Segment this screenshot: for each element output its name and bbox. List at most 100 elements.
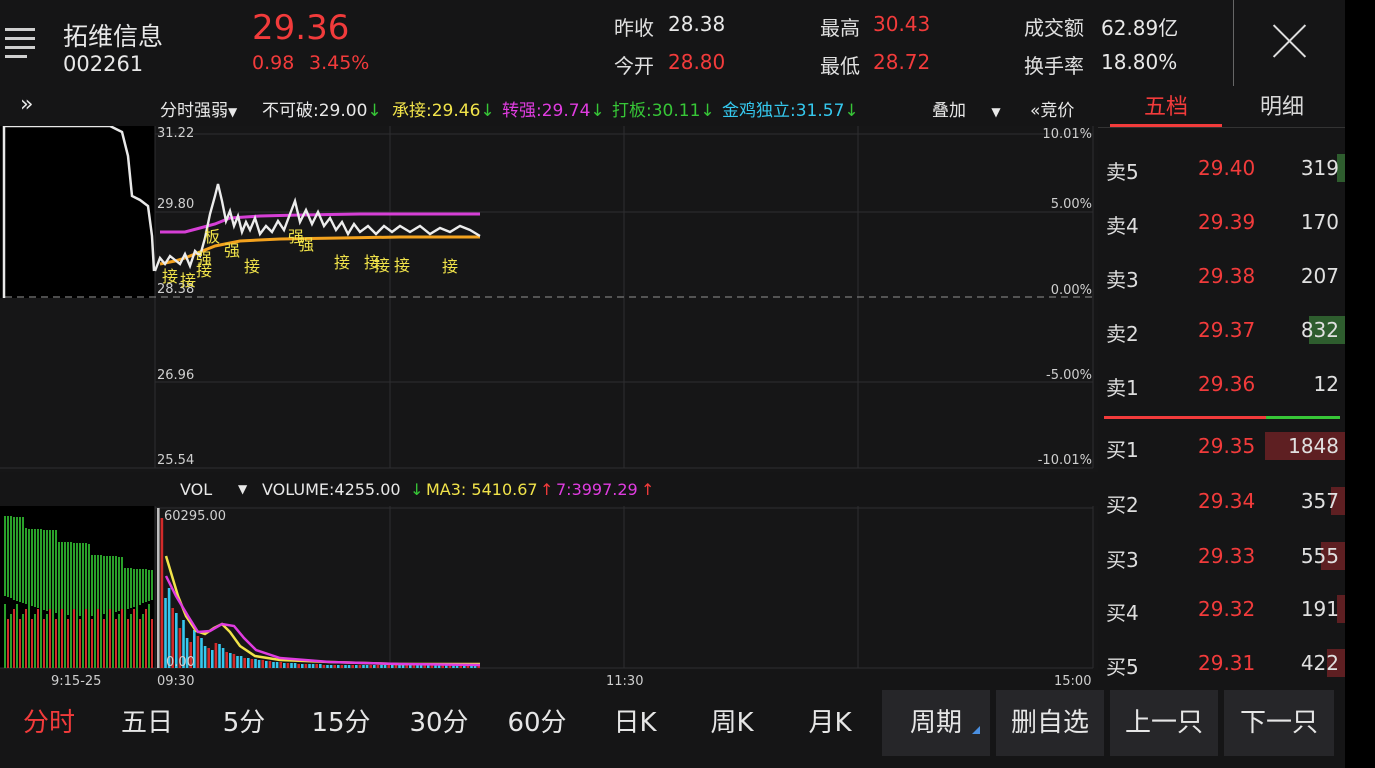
level-label: 买2 [1106, 493, 1139, 517]
indicator-item-1: 承接:29.46↓ [392, 101, 495, 121]
volume-bar [369, 665, 372, 668]
ma3-arrow: ↑ [540, 480, 553, 499]
previous-stock-button[interactable]: 上一只 [1110, 690, 1218, 756]
auction-volume-bar [40, 529, 42, 609]
ask-row-4[interactable]: 卖4 29.39 170 [1098, 196, 1345, 250]
volume-min-label: 0.00 [166, 655, 195, 670]
auction-volume-bar [139, 619, 141, 668]
caret-down-icon: ▼ [228, 105, 238, 119]
menu-icon[interactable] [0, 24, 40, 58]
open-label: 今开 [614, 54, 654, 78]
tab-five-levels[interactable]: 五档 [1110, 90, 1222, 126]
volume-indicator-label[interactable]: VOL [180, 480, 212, 499]
indicator-item-2: 转强:29.74↓ [502, 101, 605, 121]
auction-volume-bar [61, 609, 63, 668]
auction-volume-bar [19, 517, 21, 602]
tab-15min[interactable]: 15分 [302, 690, 380, 756]
auction-volume-bar [28, 529, 30, 605]
indicator-mode-select[interactable]: 分时强弱▼ [160, 96, 237, 121]
volume-bar [157, 508, 160, 668]
open-value: 28.80 [668, 50, 726, 74]
auction-volume-bar [70, 614, 72, 668]
ask-row-5[interactable]: 卖5 29.40 319 [1098, 142, 1345, 196]
volume-bar [405, 665, 408, 668]
auction-volume-bar [148, 570, 150, 601]
header-divider [1233, 0, 1234, 86]
auction-volume-bar [145, 569, 147, 602]
corner-triangle-icon [972, 726, 980, 734]
auction-volume-bar [121, 557, 123, 610]
ask-row-3[interactable]: 卖3 29.38 207 [1098, 250, 1345, 304]
auction-volume-bar [28, 604, 30, 668]
volume-bar [200, 638, 203, 668]
bid-row-4[interactable]: 买4 29.32 191 [1098, 583, 1345, 637]
auction-volume-bar [49, 609, 51, 668]
auction-volume-bar [10, 614, 12, 668]
time-tick-noon: 11:30 [606, 674, 643, 689]
quote-header: 拓维信息 002261 29.36 0.98 3.45% 昨收 28.38 今开… [0, 0, 1345, 90]
volume-bar [196, 636, 200, 668]
bid-row-1[interactable]: 买1 29.35 1848 [1098, 420, 1345, 474]
tab-five-day[interactable]: 五日 [108, 690, 186, 756]
volume-bar [329, 665, 333, 668]
auction-volume-bar [151, 570, 153, 600]
tab-intraday[interactable]: 分时 [10, 690, 88, 756]
auction-volume-bar [94, 614, 96, 668]
auction-volume-bar [7, 516, 9, 597]
auction-volume-bar [82, 543, 84, 616]
tab-daily-k[interactable]: 日K [596, 690, 674, 756]
volume-bar [401, 665, 405, 668]
auction-volume-bar [55, 619, 57, 668]
level-price: 29.33 [1198, 544, 1256, 568]
auction-volume-bar [31, 529, 33, 606]
tab-5min[interactable]: 5分 [205, 690, 283, 756]
auction-volume-bar [73, 543, 75, 616]
stock-code: 002261 [63, 52, 144, 76]
auction-volume-bar [79, 543, 81, 616]
auction-volume-bar [145, 609, 147, 668]
auction-volume-bar [4, 516, 6, 596]
bid-row-2[interactable]: 买2 29.34 357 [1098, 475, 1345, 529]
tab-weekly-k[interactable]: 周K [693, 690, 771, 756]
next-stock-button[interactable]: 下一只 [1224, 690, 1334, 756]
level-label: 买5 [1106, 655, 1139, 679]
auction-volume-bar [7, 619, 9, 668]
caret-down-icon[interactable]: ▼ [238, 482, 248, 496]
volume-bar [347, 665, 351, 668]
bid-row-3[interactable]: 买3 29.33 555 [1098, 530, 1345, 584]
auction-volume-bar [49, 530, 51, 612]
auction-volume-bar [97, 609, 99, 668]
remove-watchlist-button[interactable]: 删自选 [996, 690, 1104, 756]
auction-volume-bar [103, 556, 105, 614]
ask-row-2[interactable]: 卖2 29.37 832 [1098, 304, 1345, 358]
tab-30min[interactable]: 30分 [399, 690, 479, 756]
volume-bar [232, 654, 236, 668]
pct-tick-3: -5.00% [1046, 368, 1092, 383]
turnover-amount-label: 成交额 [1024, 16, 1084, 40]
period-select-button[interactable]: 周期 [882, 690, 990, 756]
volume-bar [272, 662, 275, 668]
expand-chevrons-icon[interactable]: » [20, 92, 33, 117]
tab-details[interactable]: 明细 [1226, 90, 1338, 126]
volume-bar [376, 665, 380, 668]
overlay-select[interactable]: 叠加 ▼ [932, 96, 1001, 121]
volume-bar [362, 665, 365, 668]
close-icon[interactable] [1270, 22, 1308, 60]
tab-60min[interactable]: 60分 [497, 690, 577, 756]
level-label: 买4 [1106, 601, 1139, 625]
bid-row-5[interactable]: 买5 29.31 422 [1098, 637, 1345, 691]
ma3-value: MA3: 5410.67 [426, 480, 538, 499]
tab-monthly-k[interactable]: 月K [791, 690, 869, 756]
auction-volume-bar [85, 609, 87, 668]
ask-row-1[interactable]: 卖1 29.36 12 [1098, 358, 1345, 412]
auction-volume-bar [22, 517, 24, 603]
auction-volume-bar [25, 609, 27, 668]
pct-tick-2: 0.00% [1051, 283, 1092, 298]
intraday-chart-area[interactable]: 31.22 29.80 28.38 26.96 25.54 10.01% 5.0… [0, 124, 1098, 690]
volume-bar [344, 665, 347, 668]
volume-bar [207, 648, 210, 668]
volume-bar [268, 661, 272, 668]
prev-close-value: 28.38 [668, 12, 726, 36]
auction-volume-bar [121, 609, 123, 668]
auction-toggle[interactable]: «竞价 [1030, 96, 1074, 121]
